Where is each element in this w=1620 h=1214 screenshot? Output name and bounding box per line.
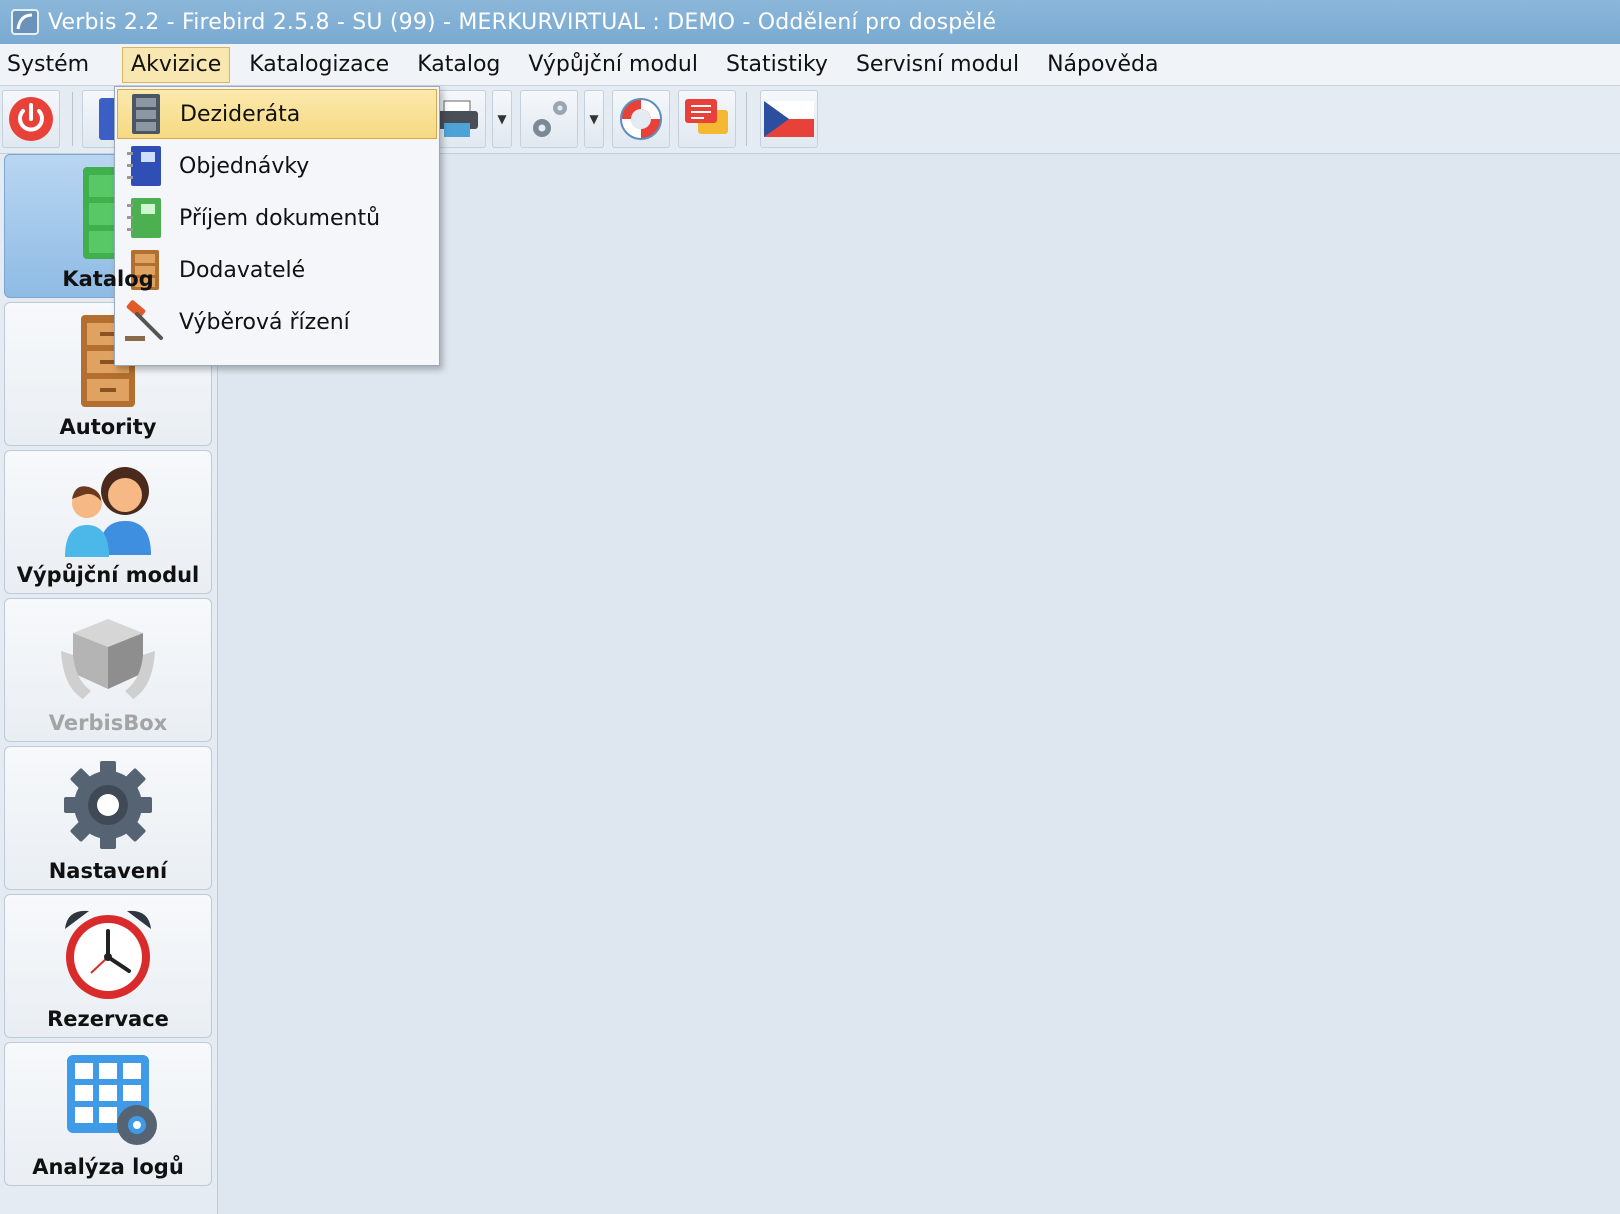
menu-item-objednavky[interactable]: Objednávky <box>117 141 437 191</box>
sidebar-item-label: VerbisBox <box>48 711 168 735</box>
akvizice-dropdown-menu: Dezideráta Objednávky Příjem dokumentů D… <box>114 86 440 366</box>
gears-icon <box>533 101 567 137</box>
menu-akvizice[interactable]: Akvizice <box>122 46 231 83</box>
sidebar-item-label: Výpůjční modul <box>16 563 200 587</box>
print-dropdown-arrow[interactable]: ▼ <box>492 90 512 148</box>
title-bar: Verbis 2.2 - Firebird 2.5.8 - SU (99) - … <box>0 0 1620 44</box>
menu-item-label: Příjem dokumentů <box>179 205 381 231</box>
people-icon <box>65 467 151 557</box>
messages-button[interactable] <box>678 90 736 148</box>
sidebar-item-vypujcni-modul[interactable]: Výpůjční modul <box>4 450 212 594</box>
menu-katalogizace[interactable]: Katalogizace <box>240 47 398 83</box>
window-title: Verbis 2.2 - Firebird 2.5.8 - SU (99) - … <box>48 9 997 35</box>
gear-icon <box>64 761 152 849</box>
sidebar-item-label: Katalog <box>62 267 154 291</box>
lifebuoy-icon <box>620 98 662 140</box>
menu-item-label: Výběrová řízení <box>179 309 350 335</box>
language-button[interactable] <box>760 90 818 148</box>
sidebar-item-label: Autority <box>59 415 157 439</box>
power-icon <box>9 97 53 141</box>
help-button[interactable] <box>612 90 670 148</box>
menu-item-label: Dezideráta <box>180 101 301 127</box>
menu-item-vyberova-rizeni[interactable]: Výběrová řízení <box>117 297 437 347</box>
sidebar-item-label: Nastavení <box>48 859 168 883</box>
notebook-green-icon <box>127 198 161 238</box>
menu-servisni-modul[interactable]: Servisní modul <box>847 47 1028 83</box>
menu-napoveda[interactable]: Nápověda <box>1038 47 1167 83</box>
menu-katalog[interactable]: Katalog <box>408 47 509 83</box>
czech-flag-icon <box>764 101 814 137</box>
gavel-icon <box>125 300 163 341</box>
chat-icon <box>685 99 728 134</box>
cabinet-gray-icon <box>132 94 160 134</box>
grid-gear-icon <box>67 1055 157 1145</box>
box-hands-icon <box>61 619 155 699</box>
sidebar-item-verbisbox[interactable]: VerbisBox <box>4 598 212 742</box>
menu-item-deziderata[interactable]: Dezideráta <box>117 89 437 139</box>
menu-bar: Systém Akvizice Katalogizace Katalog Výp… <box>0 44 1620 86</box>
menu-statistiky[interactable]: Statistiky <box>717 47 837 83</box>
menu-system[interactable]: Systém <box>0 47 98 83</box>
menu-item-prijem-dokumentu[interactable]: Příjem dokumentů <box>117 193 437 243</box>
settings-button[interactable] <box>520 90 578 148</box>
settings-dropdown-arrow[interactable]: ▼ <box>584 90 604 148</box>
sidebar-item-label: Rezervace <box>47 1007 169 1031</box>
menu-vypujcni-modul[interactable]: Výpůjční modul <box>519 47 707 83</box>
alarm-clock-icon <box>65 910 151 999</box>
power-button[interactable] <box>2 90 60 148</box>
notebook-blue-icon <box>127 146 161 186</box>
menu-item-label: Dodavatelé <box>179 257 306 283</box>
sidebar-item-rezervace[interactable]: Rezervace <box>4 894 212 1038</box>
menu-item-dodavatele[interactable]: Dodavatelé <box>117 245 437 295</box>
sidebar-item-nastaveni[interactable]: Nastavení <box>4 746 212 890</box>
app-logo-icon <box>11 9 39 35</box>
sidebar-item-analyza-logu[interactable]: Analýza logů <box>4 1042 212 1186</box>
menu-item-label: Objednávky <box>179 153 310 179</box>
printer-icon <box>436 100 478 137</box>
sidebar-item-label: Analýza logů <box>32 1155 184 1179</box>
